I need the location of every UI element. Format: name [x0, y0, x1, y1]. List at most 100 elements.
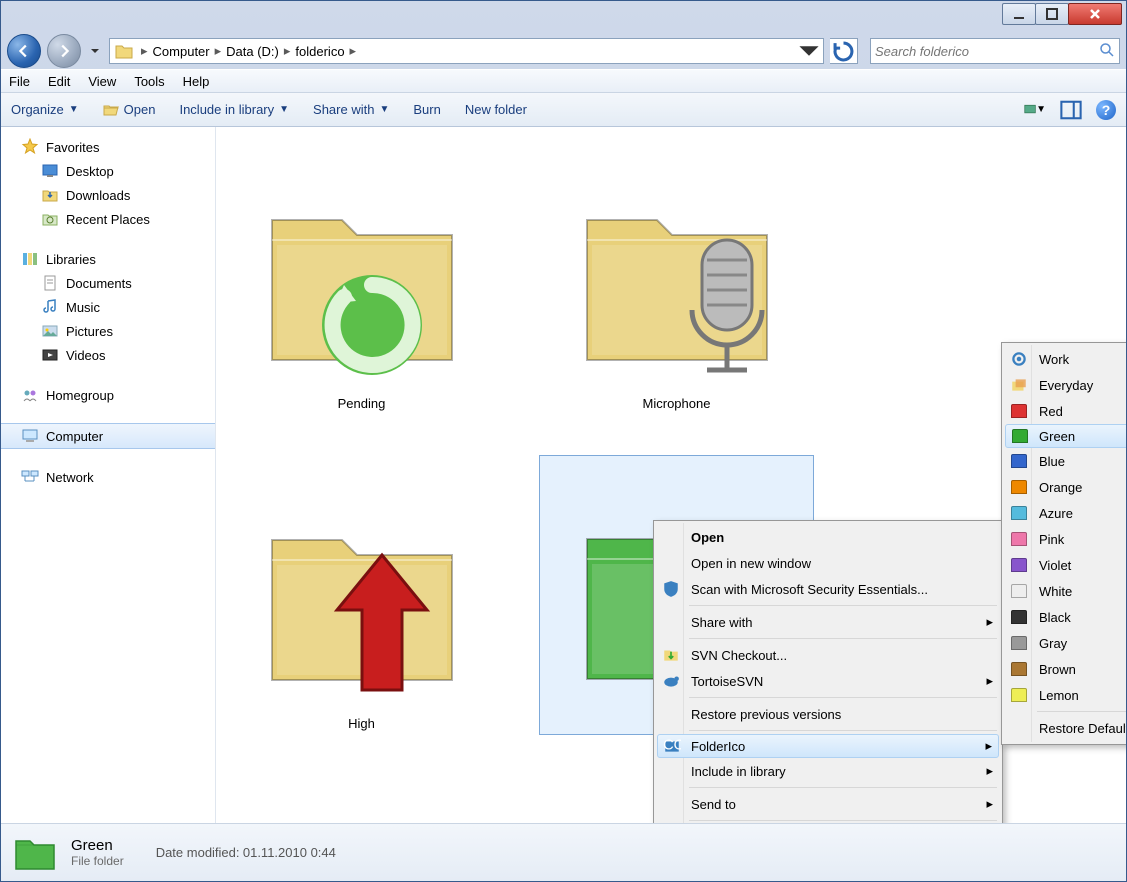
forward-button[interactable] [47, 34, 81, 68]
folder-color-icon [1010, 402, 1028, 420]
folder-color-icon [1010, 660, 1028, 678]
ctx-color-pink[interactable]: Pink [1005, 526, 1126, 552]
ctx-send-to[interactable]: Send to▸ [657, 791, 999, 817]
star-icon [21, 138, 39, 156]
ctx-color-red[interactable]: Red [1005, 398, 1126, 424]
menu-tools[interactable]: Tools [134, 74, 164, 89]
chevron-right-icon[interactable]: ▸ [345, 43, 362, 59]
menu-edit[interactable]: Edit [48, 74, 70, 89]
folder-large-icon [252, 490, 472, 710]
explorer-window: ▸ Computer ▸ Data (D:) ▸ folderico ▸ Fil… [0, 0, 1127, 882]
back-button[interactable] [7, 34, 41, 68]
libraries-icon [21, 250, 39, 268]
close-button[interactable] [1068, 3, 1122, 25]
address-bar[interactable]: ▸ Computer ▸ Data (D:) ▸ folderico ▸ [109, 38, 824, 64]
minimize-button[interactable] [1002, 3, 1036, 25]
search-input[interactable] [875, 44, 1099, 59]
view-options-button[interactable]: ▼ [1024, 99, 1046, 121]
folder-color-icon [1010, 686, 1028, 704]
breadcrumb-drive[interactable]: Data (D:) [226, 44, 279, 59]
ctx-color-work[interactable]: Work▸ [1005, 346, 1126, 372]
gear-icon [1010, 350, 1028, 368]
ctx-color-azure[interactable]: Azure [1005, 500, 1126, 526]
help-button[interactable]: ? [1096, 100, 1116, 120]
ctx-color-gray[interactable]: Gray [1005, 630, 1126, 656]
toolbar: Organize ▼ Open Include in library ▼ Sha… [1, 93, 1126, 127]
sidebar-computer[interactable]: Computer [1, 423, 215, 449]
ctx-svn-checkout[interactable]: SVN Checkout... [657, 642, 999, 668]
chevron-right-icon[interactable]: ▸ [136, 43, 153, 59]
menu-file[interactable]: File [9, 74, 30, 89]
folder-item[interactable]: High [224, 455, 499, 735]
folder-color-icon [1011, 427, 1029, 445]
nav-history-dropdown[interactable] [87, 37, 103, 65]
address-dropdown[interactable] [797, 39, 821, 63]
ctx-include-library[interactable]: Include in library▸ [657, 758, 999, 784]
organize-button[interactable]: Organize ▼ [11, 102, 79, 117]
ctx-color-brown[interactable]: Brown [1005, 656, 1126, 682]
ctx-scan-mse[interactable]: Scan with Microsoft Security Essentials.… [657, 576, 999, 602]
search-box[interactable] [870, 38, 1120, 64]
include-library-button[interactable]: Include in library ▼ [179, 102, 289, 117]
ctx-color-green[interactable]: Green [1005, 424, 1126, 448]
ctx-restore-default[interactable]: Restore Default [1005, 715, 1126, 741]
chevron-right-icon[interactable]: ▸ [210, 43, 227, 59]
breadcrumb-computer[interactable]: Computer [153, 44, 210, 59]
ctx-share-with[interactable]: Share with▸ [657, 609, 999, 635]
sidebar-desktop[interactable]: Desktop [1, 159, 215, 183]
svn-checkout-icon [662, 646, 680, 664]
sidebar-documents[interactable]: Documents [1, 271, 215, 295]
folder-color-icon [1010, 582, 1028, 600]
sidebar-downloads[interactable]: Downloads [1, 183, 215, 207]
ctx-color-white[interactable]: White [1005, 578, 1126, 604]
status-folder-icon [11, 829, 59, 877]
sidebar-libraries[interactable]: Libraries [1, 247, 215, 271]
breadcrumb-folder[interactable]: folderico [295, 44, 344, 59]
videos-icon [41, 346, 59, 364]
burn-button[interactable]: Burn [413, 102, 440, 117]
sidebar-favorites[interactable]: Favorites [1, 135, 215, 159]
music-icon [41, 298, 59, 316]
menu-bar: File Edit View Tools Help [1, 69, 1126, 93]
sidebar-videos[interactable]: Videos [1, 343, 215, 367]
sidebar-recent[interactable]: Recent Places [1, 207, 215, 231]
ctx-color-lemon[interactable]: Lemon [1005, 682, 1126, 708]
status-type: File folder [71, 854, 124, 868]
open-button[interactable]: Open [103, 102, 156, 118]
refresh-button[interactable] [830, 38, 858, 64]
folder-item[interactable]: Pending [224, 135, 499, 415]
chevron-right-icon[interactable]: ▸ [279, 43, 296, 59]
sidebar-network[interactable]: Network [1, 465, 215, 489]
maximize-button[interactable] [1035, 3, 1069, 25]
content-area: Favorites Desktop Downloads Recent Place… [1, 127, 1126, 823]
menu-help[interactable]: Help [183, 74, 210, 89]
ctx-open[interactable]: Open [657, 524, 999, 550]
ctx-color-black[interactable]: Black [1005, 604, 1126, 630]
sidebar-pictures[interactable]: Pictures [1, 319, 215, 343]
folder-item[interactable]: Microphone [539, 135, 814, 415]
folder-icon [114, 41, 134, 61]
sidebar-homegroup[interactable]: Homegroup [1, 383, 215, 407]
ctx-color-blue[interactable]: Blue [1005, 448, 1126, 474]
new-folder-button[interactable]: New folder [465, 102, 527, 117]
ctx-tortoisesvn[interactable]: TortoiseSVN▸ [657, 668, 999, 694]
ctx-restore-previous[interactable]: Restore previous versions [657, 701, 999, 727]
svg-text:ICO: ICO [663, 737, 681, 753]
sidebar-music[interactable]: Music [1, 295, 215, 319]
folder-large-icon [567, 170, 787, 390]
share-with-button[interactable]: Share with ▼ [313, 102, 389, 117]
downloads-icon [41, 186, 59, 204]
ctx-folderico[interactable]: ICOFolderIco▸ [657, 734, 999, 758]
status-name: Green [71, 837, 124, 854]
folder-color-icon [1010, 504, 1028, 522]
ctx-color-everyday[interactable]: Everyday▸ [1005, 372, 1126, 398]
network-icon [21, 468, 39, 486]
ctx-open-new[interactable]: Open in new window [657, 550, 999, 576]
ctx-color-violet[interactable]: Violet [1005, 552, 1126, 578]
status-bar: Green File folder Date modified: 01.11.2… [1, 823, 1126, 881]
ctx-color-orange[interactable]: Orange [1005, 474, 1126, 500]
preview-pane-button[interactable] [1060, 99, 1082, 121]
homegroup-icon [21, 386, 39, 404]
folder-view[interactable]: Pending Microphone High Green Open Open … [216, 127, 1126, 823]
menu-view[interactable]: View [88, 74, 116, 89]
